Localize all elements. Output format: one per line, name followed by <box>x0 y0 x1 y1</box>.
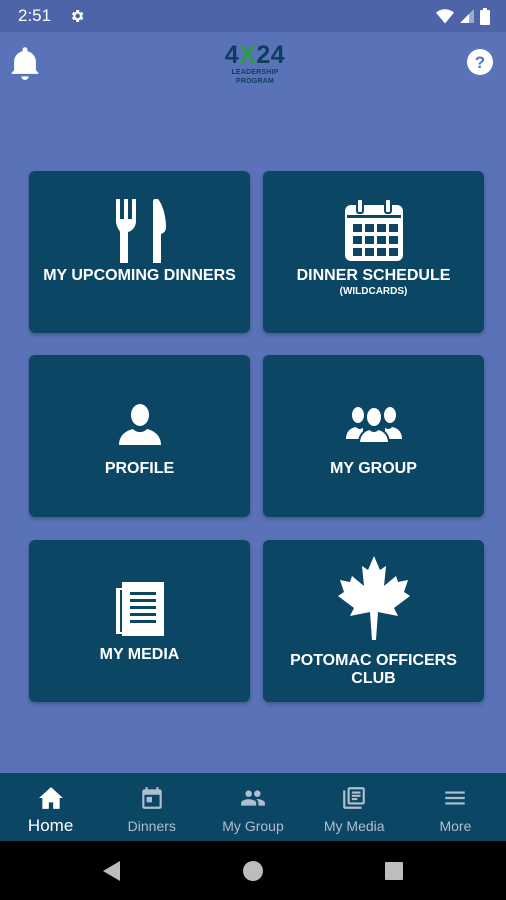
app-bar: 4X24 LEADERSHIP PROGRAM ? <box>0 32 506 96</box>
logo-text-4: 4 <box>224 41 240 69</box>
home-circle-icon[interactable] <box>241 859 265 883</box>
tile-label-wrap: DINNER SCHEDULE (WILDCARDS) <box>263 267 484 299</box>
nav-item-more[interactable]: More <box>405 773 506 841</box>
tile-label: MY GROUP <box>330 460 417 477</box>
status-time: 2:51 <box>18 6 52 25</box>
tile-dinner-schedule[interactable]: DINNER SCHEDULE (WILDCARDS) <box>263 171 484 333</box>
nav-label: More <box>439 818 472 834</box>
calendar-icon <box>344 199 403 261</box>
app-logo: 4X24 LEADERSHIP PROGRAM <box>214 41 296 85</box>
notification-bell-icon[interactable] <box>10 46 40 80</box>
tile-label: MY MEDIA <box>99 646 180 663</box>
newspaper-icon <box>343 787 366 809</box>
home-icon <box>38 787 63 809</box>
tile-label: DINNER SCHEDULE <box>296 267 451 284</box>
logo-subtitle: LEADERSHIP PROGRAM <box>231 69 279 85</box>
group-icon <box>241 790 265 806</box>
tile-label: MY UPCOMING DINNERS <box>43 267 236 284</box>
tile-my-upcoming-dinners[interactable]: MY UPCOMING DINNERS <box>29 171 250 333</box>
group-icon <box>345 406 402 443</box>
menu-icon <box>445 791 466 805</box>
signal-icon <box>460 9 474 23</box>
calendar-icon <box>142 787 162 809</box>
fork-knife-icon <box>115 199 166 263</box>
system-nav-bar <box>0 841 506 900</box>
logo-text-24: 24 <box>256 41 286 69</box>
tile-my-group[interactable]: MY GROUP <box>263 355 484 517</box>
battery-icon <box>480 7 490 25</box>
tile-label: POTOMAC OFFICERS CLUB <box>290 652 457 687</box>
nav-item-home[interactable]: Home <box>0 773 101 841</box>
nav-item-my-media[interactable]: My Media <box>304 773 405 841</box>
tile-my-media[interactable]: MY MEDIA <box>29 540 250 702</box>
tile-label: PROFILE <box>104 460 175 477</box>
svg-text:?: ? <box>475 53 485 72</box>
back-icon[interactable] <box>100 859 124 883</box>
tile-potomac-officers-club[interactable]: POTOMAC OFFICERS CLUB <box>263 540 484 702</box>
nav-label: Home <box>27 816 74 835</box>
nav-label: My Media <box>323 818 385 834</box>
person-icon <box>118 404 161 445</box>
settings-gear-icon <box>72 10 84 22</box>
maple-leaf-icon <box>337 556 410 640</box>
help-icon[interactable]: ? <box>466 48 494 76</box>
bottom-nav: Home Dinners My Group My Media More <box>0 773 506 841</box>
tile-profile[interactable]: PROFILE <box>29 355 250 517</box>
recents-icon[interactable] <box>382 859 406 883</box>
logo-text-x: X <box>239 41 257 69</box>
nav-label: Dinners <box>127 818 176 834</box>
tile-sublabel: (WILDCARDS) <box>339 286 408 297</box>
newspaper-icon <box>115 582 164 636</box>
nav-item-dinners[interactable]: Dinners <box>101 773 202 841</box>
wifi-icon <box>436 9 454 24</box>
status-bar: 2:51 <box>0 0 506 32</box>
nav-item-my-group[interactable]: My Group <box>202 773 303 841</box>
nav-label: My Group <box>222 818 284 834</box>
